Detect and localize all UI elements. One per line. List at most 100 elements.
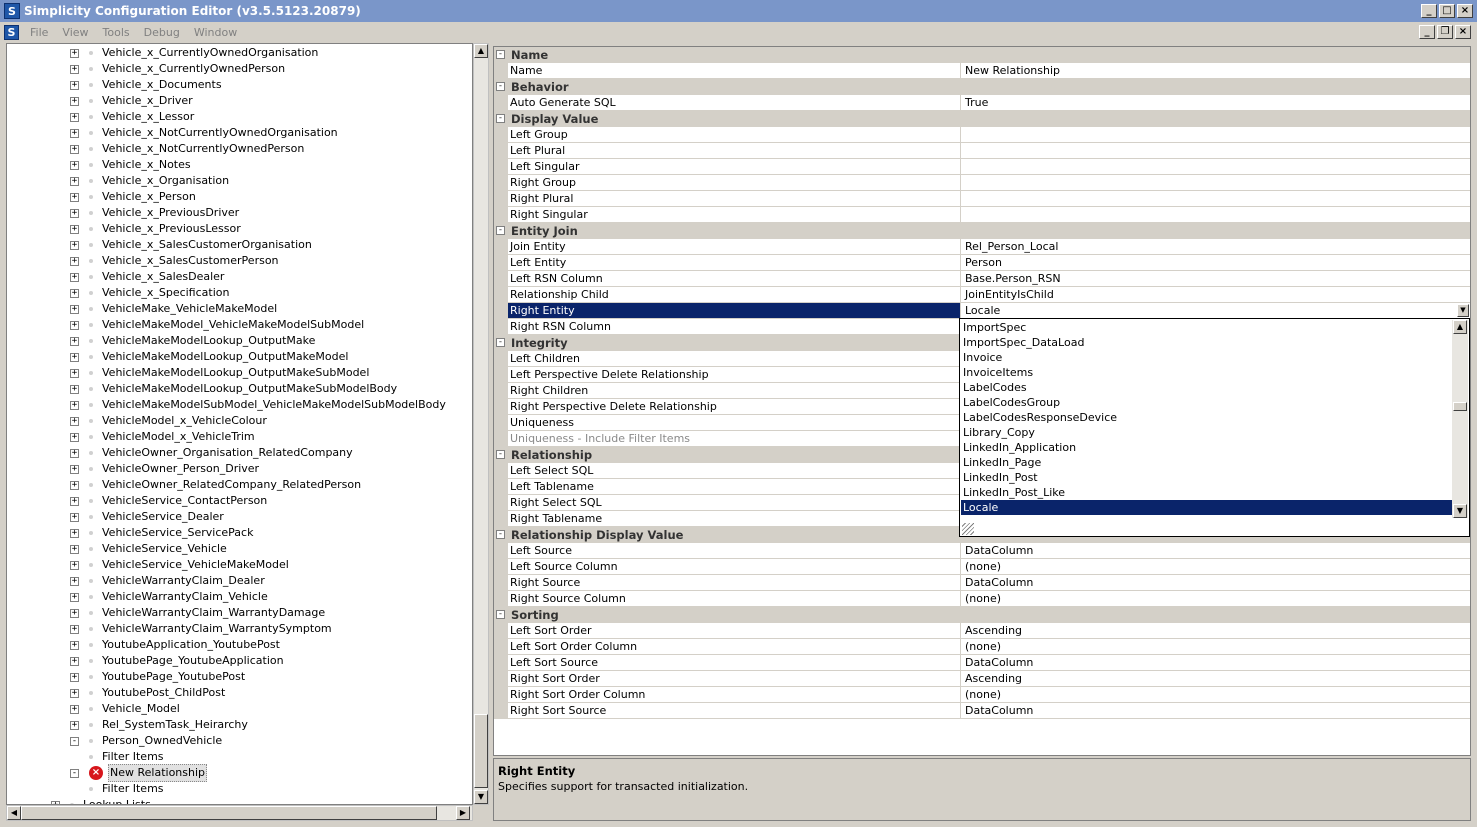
tree-node[interactable]: + Vehicle_x_Documents bbox=[70, 77, 222, 93]
collapse-icon[interactable]: - bbox=[70, 736, 79, 746]
property-value[interactable]: (none) bbox=[960, 559, 1470, 575]
tree-node-selected[interactable]: - × New Relationship bbox=[70, 764, 208, 782]
tree-node[interactable]: + YoutubePage_YoutubeApplication bbox=[70, 653, 284, 669]
scroll-down-icon[interactable]: ▼ bbox=[474, 790, 488, 804]
expand-icon[interactable]: + bbox=[70, 464, 79, 474]
property-value[interactable]: DataColumn bbox=[960, 703, 1470, 719]
property-row[interactable]: Right Plural bbox=[494, 191, 1470, 207]
tree-horizontal-scrollbar[interactable]: ◀ ▶ bbox=[6, 805, 473, 821]
menu-view[interactable]: View bbox=[55, 26, 95, 39]
tree-node[interactable]: + VehicleWarrantyClaim_WarrantySymptom bbox=[70, 621, 332, 637]
expand-icon[interactable]: + bbox=[70, 704, 79, 714]
tree-node[interactable]: + Vehicle_x_CurrentlyOwnedPerson bbox=[70, 61, 285, 77]
tree-node[interactable]: + VehicleModel_x_VehicleColour bbox=[70, 413, 267, 429]
tree-node[interactable]: + Vehicle_x_SalesCustomerPerson bbox=[70, 253, 279, 269]
collapse-icon[interactable]: - bbox=[496, 450, 505, 459]
property-row[interactable]: Right Sort Order Ascending bbox=[494, 671, 1470, 687]
tree-node[interactable]: + YoutubePage_YoutubePost bbox=[70, 669, 245, 685]
scroll-right-icon[interactable]: ▶ bbox=[456, 806, 470, 820]
expand-icon[interactable]: + bbox=[70, 400, 79, 410]
property-row[interactable]: Right Source DataColumn bbox=[494, 575, 1470, 591]
dropdown-option[interactable]: LabelCodes bbox=[961, 380, 1453, 395]
tree-node[interactable]: + Vehicle_x_Specification bbox=[70, 285, 229, 301]
maximize-button[interactable]: □ bbox=[1439, 4, 1455, 18]
property-name[interactable]: Relationship Child bbox=[508, 287, 960, 303]
property-value[interactable] bbox=[960, 191, 1470, 207]
right-entity-dropdown-list[interactable]: Locale LinkedIn_Post_Like LinkedIn_Post Lin… bbox=[959, 318, 1470, 537]
tree-node[interactable]: + VehicleWarrantyClaim_Vehicle bbox=[70, 589, 268, 605]
tree-node[interactable]: + Vehicle_x_NotCurrentlyOwnedOrganisation bbox=[70, 125, 338, 141]
property-name[interactable]: Left Singular bbox=[508, 159, 960, 175]
tree-node[interactable]: + VehicleService_VehicleMakeModel bbox=[70, 557, 289, 573]
scroll-thumb[interactable] bbox=[474, 714, 488, 788]
tree-node[interactable]: + Vehicle_Model bbox=[70, 701, 180, 717]
property-value[interactable]: New Relationship bbox=[960, 63, 1470, 79]
expand-icon[interactable]: + bbox=[70, 304, 79, 314]
dropdown-option[interactable]: ImportSpec bbox=[961, 320, 1453, 335]
expand-icon[interactable]: + bbox=[70, 176, 79, 186]
property-row-selected[interactable]: Right Entity Locale ▼ bbox=[494, 303, 1470, 319]
property-name[interactable]: Right Perspective Delete Relationship bbox=[508, 399, 960, 415]
property-name[interactable]: Left Sort Order bbox=[508, 623, 960, 639]
expand-icon[interactable]: + bbox=[70, 112, 79, 122]
property-name[interactable]: Right Source bbox=[508, 575, 960, 591]
collapse-icon[interactable]: - bbox=[496, 338, 505, 347]
expand-icon[interactable]: + bbox=[70, 448, 79, 458]
property-row[interactable]: Left Entity Person bbox=[494, 255, 1470, 271]
expand-icon[interactable]: + bbox=[70, 496, 79, 506]
property-name[interactable]: Right Select SQL bbox=[508, 495, 960, 511]
collapse-icon[interactable]: - bbox=[496, 530, 505, 539]
expand-icon[interactable]: + bbox=[70, 128, 79, 138]
property-name[interactable]: Auto Generate SQL bbox=[508, 95, 960, 111]
mdi-app-icon[interactable]: S bbox=[4, 24, 19, 40]
property-name[interactable]: Right Group bbox=[508, 175, 960, 191]
expand-icon[interactable]: + bbox=[70, 480, 79, 490]
expand-icon[interactable]: + bbox=[70, 624, 79, 634]
property-value[interactable]: Base.Person_RSN bbox=[960, 271, 1470, 287]
minimize-button[interactable]: _ bbox=[1421, 4, 1437, 18]
property-name[interactable]: Right Sort Source bbox=[508, 703, 960, 719]
tree-node[interactable]: + Vehicle_x_SalesDealer bbox=[70, 269, 224, 285]
property-name[interactable]: Right Tablename bbox=[508, 511, 960, 527]
expand-icon[interactable]: + bbox=[70, 656, 79, 666]
tree-node[interactable]: + VehicleModel_x_VehicleTrim bbox=[70, 429, 255, 445]
dropdown-scrollbar[interactable]: ▲ ▼ bbox=[1452, 320, 1468, 518]
property-name[interactable]: Left Tablename bbox=[508, 479, 960, 495]
tree-node[interactable]: + Vehicle_x_Notes bbox=[70, 157, 191, 173]
property-name[interactable]: Name bbox=[508, 63, 960, 79]
tree-node[interactable]: Filter Items bbox=[89, 781, 164, 797]
property-value[interactable]: DataColumn bbox=[960, 655, 1470, 671]
property-row[interactable]: Left Source DataColumn bbox=[494, 543, 1470, 559]
dropdown-option[interactable]: InvoiceItems bbox=[961, 365, 1453, 380]
property-row[interactable]: Auto Generate SQL True bbox=[494, 95, 1470, 111]
expand-icon[interactable]: + bbox=[70, 688, 79, 698]
expand-icon[interactable]: + bbox=[70, 224, 79, 234]
tree-node[interactable]: + VehicleMakeModelLookup_OutputMakeSubMod… bbox=[70, 365, 369, 381]
tree-vertical-scrollbar[interactable]: ▲ ▼ bbox=[473, 43, 489, 805]
tree-node[interactable]: + VehicleMakeModelLookup_OutputMakeSubMod… bbox=[70, 381, 397, 397]
property-value[interactable]: (none) bbox=[960, 591, 1470, 607]
dropdown-option[interactable]: LabelCodesResponseDevice bbox=[961, 410, 1453, 425]
property-value[interactable] bbox=[960, 127, 1470, 143]
property-category[interactable]: - Behavior bbox=[494, 79, 1470, 95]
menu-debug[interactable]: Debug bbox=[137, 26, 187, 39]
expand-icon[interactable]: + bbox=[70, 352, 79, 362]
dropdown-arrow-icon[interactable]: ▼ bbox=[1457, 304, 1469, 317]
dropdown-option[interactable]: LinkedIn_Post bbox=[961, 470, 1453, 485]
expand-icon[interactable]: + bbox=[70, 544, 79, 554]
property-value[interactable]: Person bbox=[960, 255, 1470, 271]
expand-icon[interactable]: + bbox=[70, 80, 79, 90]
property-row[interactable]: Relationship Child JoinEntityIsChild bbox=[494, 287, 1470, 303]
property-value[interactable]: True bbox=[960, 95, 1470, 111]
expand-icon[interactable]: + bbox=[70, 368, 79, 378]
dropdown-option-selected[interactable]: Locale bbox=[961, 500, 1453, 515]
expand-icon[interactable]: + bbox=[70, 576, 79, 586]
tree-node[interactable]: + YoutubeApplication_YoutubePost bbox=[70, 637, 280, 653]
property-row[interactable]: Right Sort Order Column (none) bbox=[494, 687, 1470, 703]
dropdown-scroll-thumb[interactable] bbox=[1453, 402, 1467, 411]
scroll-up-icon[interactable]: ▲ bbox=[474, 44, 488, 58]
property-value[interactable]: Ascending bbox=[960, 671, 1470, 687]
property-name[interactable]: Left RSN Column bbox=[508, 271, 960, 287]
collapse-icon[interactable]: - bbox=[70, 768, 79, 778]
tree-node[interactable]: + Vehicle_x_CurrentlyOwnedOrganisation bbox=[70, 45, 318, 61]
